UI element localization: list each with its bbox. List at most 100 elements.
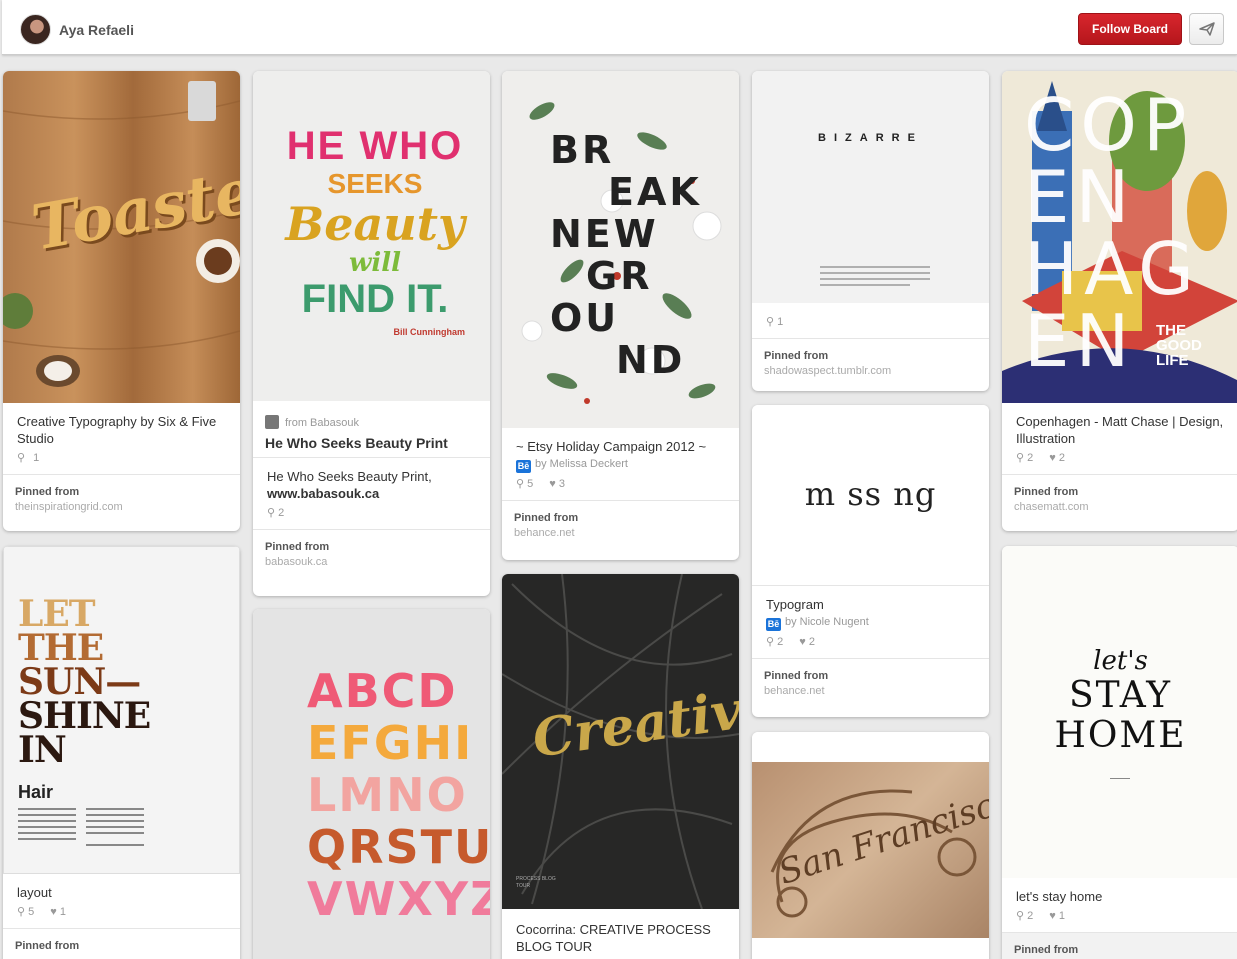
user-avatar[interactable] xyxy=(20,14,51,45)
pinned-from-label: Pinned from xyxy=(15,486,80,498)
tagline-line: GOOD xyxy=(1156,337,1202,354)
sunshine-subhead: Hair xyxy=(18,782,54,802)
pinned-from[interactable]: Pinned from behance.net xyxy=(502,500,739,551)
pinned-from[interactable]: Pinned from shadowaspect.tumblr.com xyxy=(752,339,989,389)
divider-line xyxy=(1110,778,1130,779)
from-label: from Babasouk xyxy=(285,417,359,429)
letters-row: ABCD xyxy=(307,664,458,718)
abc-letters: ABCD EFGHI LMNO QRSTU VWXYZ xyxy=(307,665,490,925)
pinned-from[interactable]: Pinned from theinspirationgrid.com xyxy=(3,474,240,525)
pin-icon: ⚲ 2 xyxy=(1016,910,1034,922)
pin-icon: ⚲ 2 xyxy=(766,636,784,648)
bizarre-title: BIZARRE xyxy=(818,132,923,144)
pin-abc[interactable]: ABCD EFGHI LMNO QRSTU VWXYZ xyxy=(253,609,490,959)
pin-sunshine[interactable]: LET THE SUN— SHINE IN Hair layout ⚲ 5 ♥ 1… xyxy=(3,546,240,959)
letters-row: EFGHI xyxy=(307,716,474,770)
repin-count: 2 xyxy=(278,507,285,519)
pinned-source[interactable]: theinspirationgrid.com xyxy=(15,500,228,515)
pin-hewho[interactable]: HE WHO SEEKS Beauty will FIND IT. Bill C… xyxy=(253,71,490,596)
pinned-via[interactable]: from Babasouk xyxy=(253,401,490,429)
repin-count: 2 xyxy=(777,636,784,648)
pin-description: Cocorrina: CREATIVE PROCESS BLOG TOUR xyxy=(516,922,711,954)
wood-panel: San Francisco xyxy=(752,762,989,938)
pin-image[interactable]: m ss ng xyxy=(752,405,989,586)
lettering-line: EAK xyxy=(608,170,702,214)
headline-line: IN xyxy=(18,729,67,771)
pin-stats: ⚲ 2 xyxy=(253,502,490,529)
repin-count: 2 xyxy=(1027,910,1034,922)
pin-image[interactable]: Toasted xyxy=(3,71,240,403)
sunshine-headline: LET THE SUN— SHINE IN xyxy=(18,593,151,771)
pin-description: He Who Seeks Beauty Print, www.babasouk.… xyxy=(253,458,490,502)
pin-toasted[interactable]: Toasted Creative Typography by Six & Fiv… xyxy=(3,71,240,531)
like-count: 3 xyxy=(558,478,565,490)
lettering-line: COP xyxy=(1024,83,1193,167)
send-button[interactable] xyxy=(1189,13,1224,45)
pinned-from-label: Pinned from xyxy=(764,670,829,682)
pin-icon: ⚲ 2 xyxy=(1016,452,1034,464)
description-text: He Who Seeks Beauty Print, xyxy=(267,469,432,484)
pinned-from[interactable]: Pinned from xyxy=(1002,932,1237,959)
author-name[interactable]: by Nicole Nugent xyxy=(785,616,869,628)
pin-description: Creative Typography by Six & Five Studio xyxy=(17,414,217,446)
headline-line: LET xyxy=(18,593,96,635)
follow-board-button[interactable]: Follow Board xyxy=(1078,13,1182,45)
hewho-lettering: HE WHO SEEKS Beauty will FIND IT. Bill C… xyxy=(285,123,465,337)
heart-icon: ♥ 2 xyxy=(1049,452,1065,464)
pinned-from[interactable]: Pinned from babasouk.ca xyxy=(253,529,490,580)
pinned-from[interactable]: Pinned from behance.net xyxy=(752,658,989,709)
pin-copenhagen[interactable]: COP EN HAG EN THE GOOD LIFE Copenhagen -… xyxy=(1002,71,1237,531)
pin-image[interactable]: ABCD EFGHI LMNO QRSTU VWXYZ xyxy=(253,609,490,959)
pin-image[interactable]: COP EN HAG EN THE GOOD LIFE xyxy=(1002,71,1237,403)
headline-line: THE xyxy=(18,627,104,669)
repin-count: 1 xyxy=(777,316,784,328)
pin-missing[interactable]: m ss ng Typogram Bē by Nicole Nugent ⚲ 2 ♥… xyxy=(752,405,989,717)
pin-stats: ⚲ 5 ♥ 3 xyxy=(502,473,739,500)
lettering-line: HAG xyxy=(1024,227,1200,311)
user-name[interactable]: Aya Refaeli xyxy=(59,22,134,38)
pin-image[interactable]: San Francisco xyxy=(752,732,989,938)
lettering-line: GR xyxy=(586,254,653,298)
pin-image[interactable]: LET THE SUN— SHINE IN Hair xyxy=(3,546,240,874)
pin-stayhome[interactable]: let's STAY HOME let's stay home ⚲ 2 ♥ 1 P… xyxy=(1002,546,1237,959)
pin-author[interactable]: Bē by Melissa Deckert xyxy=(502,455,739,473)
lettering-line: EN xyxy=(1024,155,1136,239)
pin-bizarre[interactable]: BIZARRE ⚲ 1 Pinned from shadowaspect.tum… xyxy=(752,71,989,391)
repin-count: 5 xyxy=(527,478,534,490)
pin-stats: ⚲ 1 xyxy=(3,447,240,474)
pinned-from[interactable]: Pinned from xyxy=(3,928,240,959)
pin-icon: ⚲ 5 xyxy=(17,906,35,918)
pin-author[interactable]: Bē by Nicole Nugent xyxy=(752,613,989,631)
pin-icon: ⚲ xyxy=(17,452,26,464)
author-name[interactable]: by Melissa Deckert xyxy=(535,458,628,470)
pin-stats: ⚲ 2 ♥ 2 xyxy=(752,631,989,658)
pinned-source[interactable]: babasouk.ca xyxy=(265,555,478,570)
lettering-line: HE WHO xyxy=(286,124,464,168)
pin-image[interactable]: HE WHO SEEKS Beauty will FIND IT. Bill C… xyxy=(253,71,490,401)
pinned-source[interactable]: chasematt.com xyxy=(1014,500,1227,515)
pin-creative[interactable]: Creative PROCESS BLOG TOUR Cocorrina: CR… xyxy=(502,574,739,959)
pin-image[interactable]: BIZARRE xyxy=(752,71,989,303)
pinned-source[interactable]: behance.net xyxy=(514,526,727,541)
pin-image[interactable]: BR EAK NEW GR OU ND xyxy=(502,71,739,428)
tagline-line: LIFE xyxy=(1156,352,1189,369)
pinned-from[interactable]: Pinned from chasematt.com xyxy=(1002,474,1237,525)
pin-description: let's stay home xyxy=(1016,889,1103,904)
lettering-line: BR xyxy=(550,128,615,172)
description-link[interactable]: www.babasouk.ca xyxy=(267,486,379,501)
headline-line: SUN— xyxy=(18,661,141,703)
pinned-source[interactable]: behance.net xyxy=(764,684,977,699)
pin-sanfran[interactable]: San Francisco xyxy=(752,732,989,959)
pin-image[interactable]: Creative PROCESS BLOG TOUR xyxy=(502,574,739,909)
pin-title[interactable]: He Who Seeks Beauty Print xyxy=(253,429,490,458)
pin-stats: ⚲ 2 ♥ 1 xyxy=(1002,905,1237,932)
like-count: 1 xyxy=(59,906,66,918)
pin-breaknew[interactable]: BR EAK NEW GR OU ND ~ Etsy Holiday Campa… xyxy=(502,71,739,560)
pinned-source[interactable]: shadowaspect.tumblr.com xyxy=(764,364,977,379)
pin-stats: ⚲ 1 xyxy=(752,303,989,339)
pinned-from-label: Pinned from xyxy=(265,541,330,553)
pin-image[interactable]: let's STAY HOME xyxy=(1002,546,1237,878)
behance-icon: Bē xyxy=(766,618,781,631)
heart-icon: ♥ 2 xyxy=(799,636,815,648)
pin-icon: ⚲ 1 xyxy=(766,316,784,328)
